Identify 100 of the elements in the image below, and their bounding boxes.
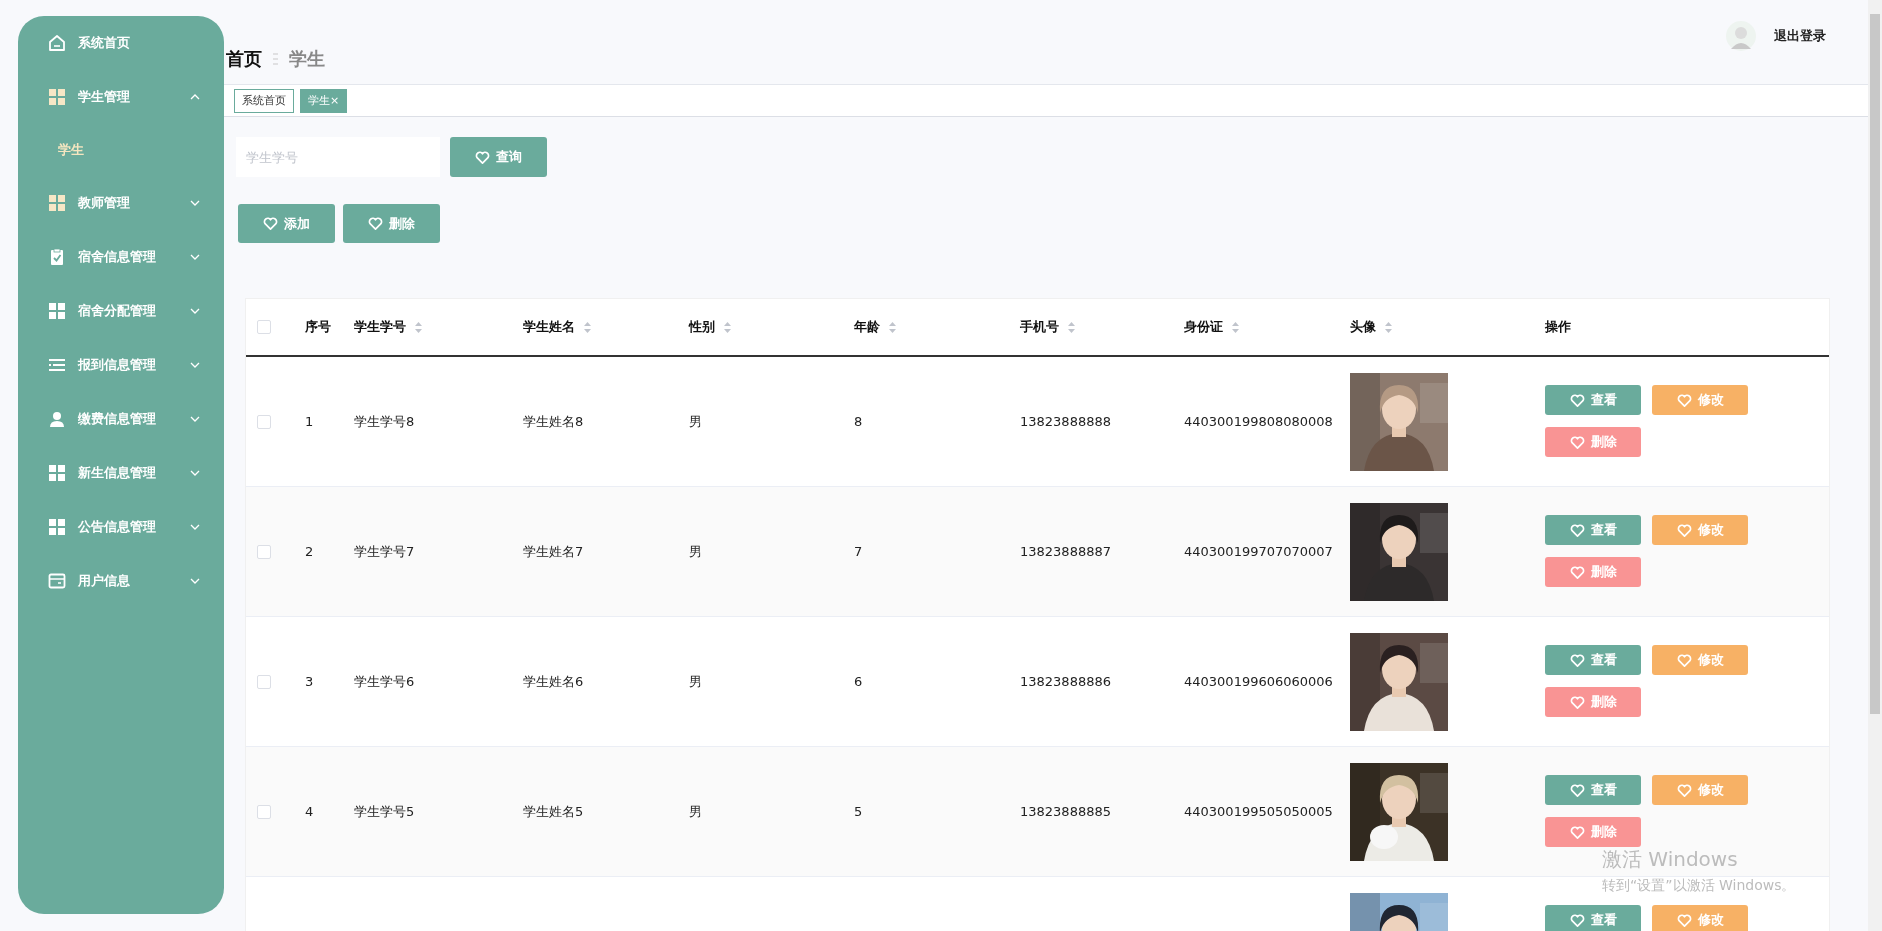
table-cell: 2 — [305, 544, 314, 559]
sidebar-item[interactable]: 宿舍信息管理 — [18, 230, 224, 284]
sidebar-item[interactable]: 缴费信息管理 — [18, 392, 224, 446]
heart-icon — [1676, 392, 1692, 408]
scrollbar[interactable] — [1868, 0, 1882, 931]
column-header[interactable]: 年龄 — [854, 318, 880, 336]
heart-icon — [1676, 522, 1692, 538]
sort-icon[interactable] — [888, 320, 897, 334]
delete-button[interactable]: 删除 — [1545, 557, 1641, 587]
heart-icon — [1569, 782, 1585, 798]
edit-button[interactable]: 修改 — [1652, 645, 1748, 675]
table-cell: 1 — [305, 414, 314, 429]
table-cell: 3 — [305, 674, 314, 689]
table-cell: 男 — [689, 412, 702, 431]
home-icon — [48, 34, 66, 52]
activation-text: 转到“设置”以激活 Windows。 — [1602, 877, 1796, 895]
grid-icon — [48, 302, 66, 320]
view-button[interactable]: 查看 — [1545, 905, 1641, 931]
sort-icon[interactable] — [414, 320, 423, 334]
separator-icon — [272, 52, 279, 66]
heart-icon — [1569, 652, 1585, 668]
table-cell: 13823888886 — [1020, 674, 1111, 689]
sort-icon[interactable] — [723, 320, 732, 334]
table-cell: 13823888887 — [1020, 544, 1111, 559]
heart-icon — [1676, 652, 1692, 668]
sidebar-item[interactable]: 新生信息管理 — [18, 446, 224, 500]
breadcrumb-link[interactable]: 首页 — [226, 47, 262, 71]
sidebar-item[interactable]: 用户信息 — [18, 554, 224, 608]
column-header[interactable]: 手机号 — [1020, 318, 1059, 336]
column-header: 序号 — [305, 318, 331, 336]
heart-icon — [1676, 912, 1692, 928]
view-button[interactable]: 查看 — [1545, 515, 1641, 545]
activation-title: 激活 Windows — [1602, 846, 1739, 873]
table-cell: 男 — [689, 802, 702, 821]
sidebar-item[interactable]: 报到信息管理 — [18, 338, 224, 392]
column-header[interactable]: 身份证 — [1184, 318, 1223, 336]
checkbox[interactable] — [257, 414, 271, 429]
edit-button[interactable]: 修改 — [1652, 905, 1748, 931]
heart-icon — [1676, 782, 1692, 798]
table-cell: 440300199707070007 — [1184, 544, 1333, 559]
table-cell: 学生学号7 — [354, 542, 415, 561]
checkbox[interactable] — [257, 804, 271, 819]
add-button[interactable]: 添加 — [238, 204, 335, 243]
heart-icon — [263, 216, 278, 231]
table-cell: 440300199808080008 — [1184, 414, 1333, 429]
heart-icon — [368, 216, 383, 231]
delete-button[interactable]: 删除 — [1545, 427, 1641, 457]
sidebar-item[interactable]: 宿舍分配管理 — [18, 284, 224, 338]
heart-icon — [1569, 824, 1585, 840]
column-header[interactable]: 学生学号 — [354, 318, 406, 336]
sidebar-subitem[interactable]: 学生 — [58, 124, 224, 176]
sort-icon[interactable] — [1067, 320, 1076, 334]
view-button[interactable]: 查看 — [1545, 385, 1641, 415]
view-button[interactable]: 查看 — [1545, 645, 1641, 675]
table-cell: 学生学号5 — [354, 802, 415, 821]
search-button[interactable]: 查询 — [450, 137, 547, 177]
table-cell: 440300199505050005 — [1184, 804, 1333, 819]
edit-button[interactable]: 修改 — [1652, 515, 1748, 545]
sidebar-item[interactable]: 系统首页 — [18, 16, 224, 70]
sort-icon[interactable] — [583, 320, 592, 334]
column-header[interactable]: 头像 — [1350, 318, 1376, 336]
checkbox[interactable] — [257, 544, 271, 559]
table-cell: 学生姓名7 — [523, 542, 584, 561]
sort-icon[interactable] — [1384, 320, 1393, 334]
grid-icon — [48, 194, 66, 212]
table-cell: 13823888885 — [1020, 804, 1111, 819]
tab[interactable]: 学生× — [300, 88, 348, 113]
table-cell: 学生学号8 — [354, 412, 415, 431]
table-cell: 440300199606060006 — [1184, 674, 1333, 689]
checkbox[interactable] — [257, 320, 271, 334]
heart-icon — [1569, 434, 1585, 450]
heart-icon — [1569, 522, 1585, 538]
table-cell: 学生姓名8 — [523, 412, 584, 431]
search-field[interactable]: 学生学号 — [236, 137, 440, 177]
grid-icon — [48, 518, 66, 536]
edit-button[interactable]: 修改 — [1652, 775, 1748, 805]
edit-button[interactable]: 修改 — [1652, 385, 1748, 415]
delete-button[interactable]: 删除 — [1545, 687, 1641, 717]
clipboard-check-icon — [48, 248, 66, 266]
table-cell: 4 — [305, 804, 314, 819]
sidebar-item[interactable]: 公告信息管理 — [18, 500, 224, 554]
logout-link[interactable]: 退出登录 — [1774, 27, 1826, 45]
table-cell: 13823888888 — [1020, 414, 1111, 429]
card-icon — [48, 572, 66, 590]
table-cell: 5 — [854, 804, 863, 819]
heart-icon — [1569, 392, 1585, 408]
scrollbar-thumb[interactable] — [1870, 14, 1880, 714]
sort-icon[interactable] — [1231, 320, 1240, 334]
grid-icon — [48, 88, 66, 106]
column-header[interactable]: 性别 — [689, 318, 715, 336]
delete-button[interactable]: 删除 — [1545, 817, 1641, 847]
sidebar-item[interactable]: 学生管理 — [18, 70, 224, 124]
sidebar-item[interactable]: 教师管理 — [18, 176, 224, 230]
checkbox[interactable] — [257, 674, 271, 689]
delete-button[interactable]: 删除 — [343, 204, 440, 243]
view-button[interactable]: 查看 — [1545, 775, 1641, 805]
user-icon — [48, 410, 66, 428]
column-header[interactable]: 学生姓名 — [523, 318, 575, 336]
tab[interactable]: 系统首页 — [234, 88, 294, 113]
grid-icon — [48, 464, 66, 482]
